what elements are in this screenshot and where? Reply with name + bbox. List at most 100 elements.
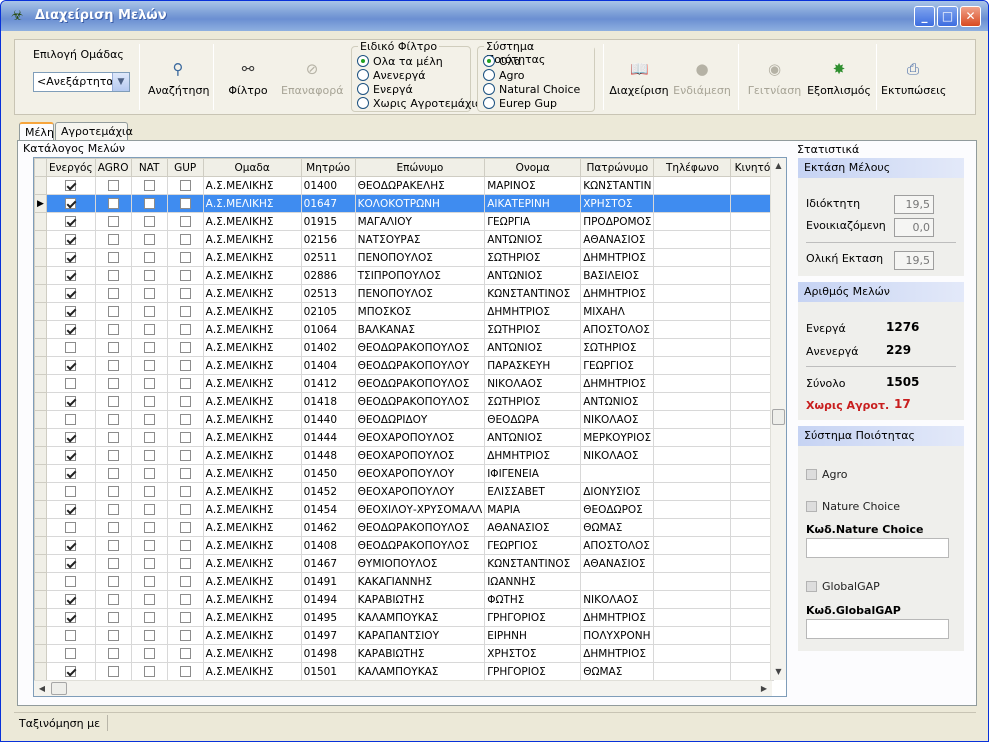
registry-cell[interactable]: 01400 [300,176,356,195]
group-cell[interactable]: Α.Σ.ΜΕΛΙΚΗΣ [202,446,302,465]
registry-cell[interactable]: 01440 [300,410,356,429]
group-cell[interactable]: Α.Σ.ΜΕΛΙΚΗΣ [202,554,302,573]
name-cell[interactable]: ΙΩΑΝΝΗΣ [484,572,582,591]
radio-all-members[interactable]: Ολα τα μέλη [357,55,443,68]
group-cell[interactable]: Α.Σ.ΜΕΛΙΚΗΣ [202,230,302,249]
agro-checkbox[interactable] [107,342,119,353]
row-header[interactable] [34,230,47,249]
phone-cell[interactable] [653,446,732,465]
active-checkbox[interactable] [65,612,77,623]
surname-cell[interactable]: ΘΕΟΧΑΡΟΠΟΥΛΟΥ [354,464,486,483]
phone-cell[interactable] [653,392,732,411]
nat-checkbox[interactable] [143,432,155,443]
nat-checkbox[interactable] [143,648,155,659]
phone-cell[interactable] [653,212,732,231]
agro-checkbox[interactable] [107,576,119,587]
gup-checkbox[interactable] [179,450,191,461]
nat-checkbox[interactable] [143,450,155,461]
name-cell[interactable]: ΓΡΗΓΟΡΙΟΣ [484,662,582,681]
mobile-cell[interactable] [730,446,775,465]
gup-checkbox[interactable] [179,432,191,443]
phone-cell[interactable] [653,302,732,321]
registry-cell[interactable]: 01450 [300,464,356,483]
gup-checkbox[interactable] [179,576,191,587]
group-cell[interactable]: Α.Σ.ΜΕΛΙΚΗΣ [202,464,302,483]
row-header[interactable] [34,392,47,411]
name-cell[interactable]: ΜΑΡΙΑ [484,500,582,519]
registry-cell[interactable]: 02105 [300,302,356,321]
phone-cell[interactable] [653,230,732,249]
agro-checkbox[interactable] [107,288,119,299]
gup-checkbox[interactable] [179,216,191,227]
group-cell[interactable]: Α.Σ.ΜΕΛΙΚΗΣ [202,536,302,555]
intermediate-button[interactable]: ● Ενδιάμεση [671,60,733,97]
search-button[interactable]: ⚲ Αναζήτηση [148,60,209,97]
mobile-cell[interactable] [730,176,775,195]
father-name-cell[interactable]: ΑΝΤΩΝΙΟΣ [580,392,655,411]
row-header[interactable] [34,608,47,627]
active-checkbox[interactable] [65,306,77,317]
phone-cell[interactable] [653,266,732,285]
gup-checkbox[interactable] [179,666,191,677]
row-header[interactable] [34,500,47,519]
mobile-cell[interactable] [730,536,775,555]
mobile-cell[interactable] [730,392,775,411]
col-father-name[interactable]: Πατρώνυμο [580,158,655,177]
grid-horizontal-scrollbar[interactable]: ◀ ▶ [34,680,772,696]
scroll-up-icon[interactable]: ▲ [771,158,786,174]
name-cell[interactable]: ΕΙΡΗΝΗ [484,626,582,645]
col-active[interactable]: Ενεργός [46,158,96,177]
registry-cell[interactable]: 02511 [300,248,356,267]
registry-cell[interactable]: 01491 [300,572,356,591]
row-header[interactable] [34,410,47,429]
row-header[interactable] [34,428,47,447]
name-cell[interactable]: ΑΘΑΝΑΣΙΟΣ [484,518,582,537]
father-name-cell[interactable] [580,572,655,591]
registry-cell[interactable]: 01647 [300,194,356,213]
surname-cell[interactable]: ΘΕΟΔΩΡΑΚΟΠΟΥΛΟΣ [354,392,486,411]
name-cell[interactable]: ΑΝΤΩΝΙΟΣ [484,428,582,447]
agro-checkbox[interactable] [107,630,119,641]
table-row[interactable]: Α.Σ.ΜΕΛΙΚΗΣ 01450 ΘΕΟΧΑΡΟΠΟΥΛΟΥ ΙΦΙΓΕΝΕΙΑ [34,464,775,483]
total-area-value[interactable]: 19,5 [894,251,934,270]
nat-checkbox[interactable] [143,234,155,245]
surname-cell[interactable]: ΘΕΟΔΩΡΑΚΟΠΟΥΛΟΣ [354,338,486,357]
father-name-cell[interactable]: ΝΙΚΟΛΑΟΣ [580,590,655,609]
agro-checkbox[interactable] [107,612,119,623]
active-checkbox[interactable] [65,270,77,281]
surname-cell[interactable]: ΘΕΟΔΩΡΑΚΟΠΟΥΛΟΥ [354,356,486,375]
row-header[interactable] [34,356,47,375]
group-cell[interactable]: Α.Σ.ΜΕΛΙΚΗΣ [202,320,302,339]
gup-checkbox[interactable] [179,648,191,659]
chevron-down-icon[interactable]: ▼ [112,73,129,91]
group-cell[interactable]: Α.Σ.ΜΕΛΙΚΗΣ [202,662,302,681]
nat-checkbox[interactable] [143,594,155,605]
name-cell[interactable]: ΑΙΚΑΤΕΡΙΝΗ [484,194,582,213]
mobile-cell[interactable] [730,662,775,681]
phone-cell[interactable] [653,410,732,429]
rented-value[interactable]: 0,0 [894,218,934,237]
nat-checkbox[interactable] [143,180,155,191]
gup-checkbox[interactable] [179,594,191,605]
table-row[interactable]: Α.Σ.ΜΕΛΙΚΗΣ 01467 ΘΥΜΙΟΠΟΥΛΟΣ ΚΩΝΣΤΑΝΤΙΝΟΣ Α… [34,554,775,573]
registry-cell[interactable]: 01462 [300,518,356,537]
agro-checkbox[interactable] [107,270,119,281]
nat-checkbox[interactable] [143,378,155,389]
surname-cell[interactable]: ΚΑΛΑΜΠΟΥΚΑΣ [354,608,486,627]
scroll-left-icon[interactable]: ◀ [34,681,50,696]
radio-quality-natural[interactable]: Natural Choice [483,83,580,96]
group-cell[interactable]: Α.Σ.ΜΕΛΙΚΗΣ [202,572,302,591]
gup-checkbox[interactable] [179,468,191,479]
name-cell[interactable]: ΕΛΙΣΣΑΒΕΤ [484,482,582,501]
name-cell[interactable]: ΔΗΜΗΤΡΙΟΣ [484,302,582,321]
col-group[interactable]: Ομαδα [202,158,302,177]
active-checkbox[interactable] [65,198,77,209]
table-row[interactable]: Α.Σ.ΜΕΛΙΚΗΣ 01444 ΘΕΟΧΑΡΟΠΟΥΛΟΣ ΑΝΤΩΝΙΟΣ ΜΕΡ… [34,428,775,447]
table-row[interactable]: Α.Σ.ΜΕΛΙΚΗΣ 01501 ΚΑΛΑΜΠΟΥΚΑΣ ΓΡΗΓΟΡΙΟΣ ΘΩΜΑ… [34,662,775,681]
table-row[interactable]: Α.Σ.ΜΕΛΙΚΗΣ 01494 ΚΑΡΑΒΙΩΤΗΣ ΦΩΤΗΣ ΝΙΚΟΛΑΟΣ [34,590,775,609]
radio-quality-all[interactable]: Ολα [483,55,521,68]
agro-checkbox[interactable] [107,180,119,191]
table-row[interactable]: Α.Σ.ΜΕΛΙΚΗΣ 02105 ΜΠΟΣΚΟΣ ΔΗΜΗΤΡΙΟΣ ΜΙΧΑΗΛ [34,302,775,321]
row-header[interactable] [34,446,47,465]
agro-checkbox[interactable] [107,504,119,515]
